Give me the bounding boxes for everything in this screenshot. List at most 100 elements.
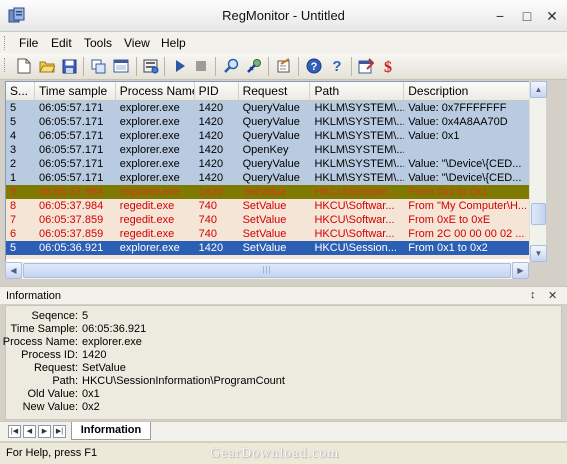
svg-text:?: ? bbox=[311, 61, 318, 73]
next-tab-icon[interactable]: ▶ bbox=[38, 425, 51, 438]
info-field-label: Path: bbox=[52, 375, 78, 387]
capture-icon[interactable] bbox=[141, 56, 161, 76]
window-icon[interactable] bbox=[111, 56, 131, 76]
close-pane-icon[interactable]: ✕ bbox=[548, 289, 557, 302]
table-row[interactable]: 9 06:05:37.984 explorer.exe 1420 SetValue HKC… bbox=[6, 185, 543, 199]
column-request[interactable]: Request bbox=[239, 82, 311, 100]
list-vertical-scrollbar[interactable]: ▲ ▼ bbox=[529, 81, 547, 262]
events-list[interactable]: S... Time sample Process Name PID Reques… bbox=[5, 81, 543, 262]
help-icon[interactable]: ? bbox=[304, 56, 324, 76]
dollar-icon[interactable]: $ bbox=[378, 56, 398, 76]
cell-request: QueryValue bbox=[242, 130, 300, 142]
column-sequence[interactable]: S... bbox=[6, 82, 35, 100]
minimize-button[interactable]: − bbox=[491, 7, 509, 25]
pin-icon[interactable]: ↕ bbox=[530, 289, 536, 301]
cell-request: SetValue bbox=[242, 214, 287, 226]
prev-tab-icon[interactable]: ◀ bbox=[23, 425, 36, 438]
column-description[interactable]: Description bbox=[404, 82, 543, 100]
clear-icon[interactable] bbox=[274, 56, 294, 76]
table-row[interactable]: 4 06:05:57.171 explorer.exe 1420 QueryValue H… bbox=[6, 129, 543, 143]
cell-time-sample: 06:05:57.171 bbox=[38, 144, 104, 156]
menu-help[interactable]: Help bbox=[158, 35, 189, 51]
table-row[interactable]: 5 06:05:36.921 explorer.exe 1420 SetValue HKC… bbox=[6, 241, 543, 255]
table-row[interactable]: 3 06:05:57.171 explorer.exe 1420 OpenKey HKLM… bbox=[6, 143, 543, 157]
cell-description: From 0x1 to 0x2 bbox=[408, 242, 488, 254]
cell-description: Value: "\Device\{CED... bbox=[408, 172, 522, 184]
tab-information[interactable]: Information bbox=[71, 422, 151, 440]
column-time-sample[interactable]: Time sample bbox=[35, 82, 116, 100]
table-row[interactable]: 2 06:05:57.171 explorer.exe 1420 QueryValue H… bbox=[6, 157, 543, 171]
info-field-value: 5 bbox=[82, 310, 89, 322]
table-row[interactable]: 1 06:05:57.171 explorer.exe 1420 QueryValue H… bbox=[6, 171, 543, 185]
table-row[interactable]: 5 06:05:57.171 explorer.exe 1420 QueryValue H… bbox=[6, 115, 543, 129]
info-field: Time Sample: 06:05:36.921 bbox=[6, 323, 556, 336]
first-tab-icon[interactable]: |◀ bbox=[8, 425, 21, 438]
question-icon[interactable]: ? bbox=[327, 56, 347, 76]
table-row[interactable]: 8 06:05:37.984 regedit.exe 740 SetValue HKCU\… bbox=[6, 199, 543, 213]
cell-process-name: explorer.exe bbox=[119, 158, 180, 170]
cell-process-name: regedit.exe bbox=[119, 214, 175, 226]
cell-request: QueryValue bbox=[242, 172, 300, 184]
toolbar-grip[interactable] bbox=[4, 58, 7, 72]
stop-icon[interactable] bbox=[191, 56, 211, 76]
column-process-name[interactable]: Process Name bbox=[116, 82, 195, 100]
menu-grip[interactable] bbox=[4, 36, 7, 50]
save-icon[interactable] bbox=[59, 56, 79, 76]
scroll-left-button[interactable]: ◀ bbox=[5, 262, 22, 279]
cell-pid: 1420 bbox=[198, 186, 224, 198]
menu-edit[interactable]: Edit bbox=[48, 35, 75, 51]
info-field: Process ID: 1420 bbox=[6, 349, 556, 362]
svg-text:$: $ bbox=[384, 59, 392, 75]
maximize-button[interactable]: □ bbox=[518, 7, 536, 25]
cell-process-name: explorer.exe bbox=[119, 130, 180, 142]
menu-tools[interactable]: Tools bbox=[81, 35, 115, 51]
toolbar-separator bbox=[215, 57, 216, 76]
copy-icon[interactable] bbox=[88, 56, 108, 76]
scroll-up-button[interactable]: ▲ bbox=[530, 81, 547, 98]
find-icon[interactable] bbox=[221, 56, 241, 76]
cell-time-sample: 06:05:57.171 bbox=[38, 172, 104, 184]
scroll-right-button[interactable]: ▶ bbox=[512, 262, 529, 279]
open-icon[interactable] bbox=[37, 56, 57, 76]
cell-path: HKLM\SYSTEM\... bbox=[314, 172, 405, 184]
info-field: Path: HKCU\SessionInformation\ProgramCoun… bbox=[6, 375, 556, 388]
cell-process-name: regedit.exe bbox=[119, 228, 175, 240]
cell-description: From 0x2 to 0x1 bbox=[408, 186, 488, 198]
cell-path: HKLM\SYSTEM\... bbox=[314, 144, 405, 156]
cell-process-name: explorer.exe bbox=[119, 186, 180, 198]
table-row[interactable]: 7 06:05:37.859 regedit.exe 740 SetValue HKCU\… bbox=[6, 213, 543, 227]
table-row[interactable]: 5 06:05:57.171 explorer.exe 1420 QueryValue H… bbox=[6, 101, 543, 115]
toolbar-separator bbox=[351, 57, 352, 76]
table-row[interactable]: 6 06:05:37.859 regedit.exe 740 SetValue HKCU\… bbox=[6, 227, 543, 241]
horizontal-scroll-thumb[interactable]: ||| bbox=[23, 263, 511, 278]
cell-process-name: explorer.exe bbox=[119, 116, 180, 128]
cell-request: QueryValue bbox=[242, 116, 300, 128]
cell-path: HKCU\Session... bbox=[314, 242, 397, 254]
cell-sequence: 1 bbox=[10, 172, 17, 184]
cell-pid: 740 bbox=[198, 228, 218, 240]
menu-view[interactable]: View bbox=[121, 35, 153, 51]
cell-time-sample: 06:05:57.171 bbox=[38, 130, 104, 142]
cell-sequence: 2 bbox=[10, 158, 17, 170]
cell-path: HKCU\Softwar... bbox=[314, 200, 395, 212]
close-button[interactable]: ✕ bbox=[543, 7, 561, 25]
cell-request: SetValue bbox=[242, 242, 287, 254]
list-horizontal-scrollbar[interactable]: ◀ ||| ▶ bbox=[5, 262, 529, 279]
column-path[interactable]: Path bbox=[310, 82, 405, 100]
new-icon[interactable] bbox=[14, 56, 34, 76]
scroll-down-button[interactable]: ▼ bbox=[530, 245, 547, 262]
info-field: Process Name: explorer.exe bbox=[3, 336, 556, 349]
list-body: 5 06:05:57.171 explorer.exe 1420 QueryValue H… bbox=[6, 101, 543, 259]
cell-sequence: 5 bbox=[10, 102, 17, 114]
cell-sequence: 5 bbox=[10, 242, 17, 254]
cell-request: SetValue bbox=[242, 228, 287, 240]
menu-file[interactable]: File bbox=[16, 35, 41, 51]
column-pid[interactable]: PID bbox=[195, 82, 239, 100]
scroll-thumb[interactable] bbox=[531, 203, 546, 225]
cell-time-sample: 06:05:57.171 bbox=[38, 158, 104, 170]
options-icon[interactable] bbox=[356, 56, 376, 76]
last-tab-icon[interactable]: ▶| bbox=[53, 425, 66, 438]
filter-icon[interactable] bbox=[244, 56, 264, 76]
watermark: GearDownload.com bbox=[210, 446, 340, 461]
start-icon[interactable] bbox=[170, 56, 190, 76]
